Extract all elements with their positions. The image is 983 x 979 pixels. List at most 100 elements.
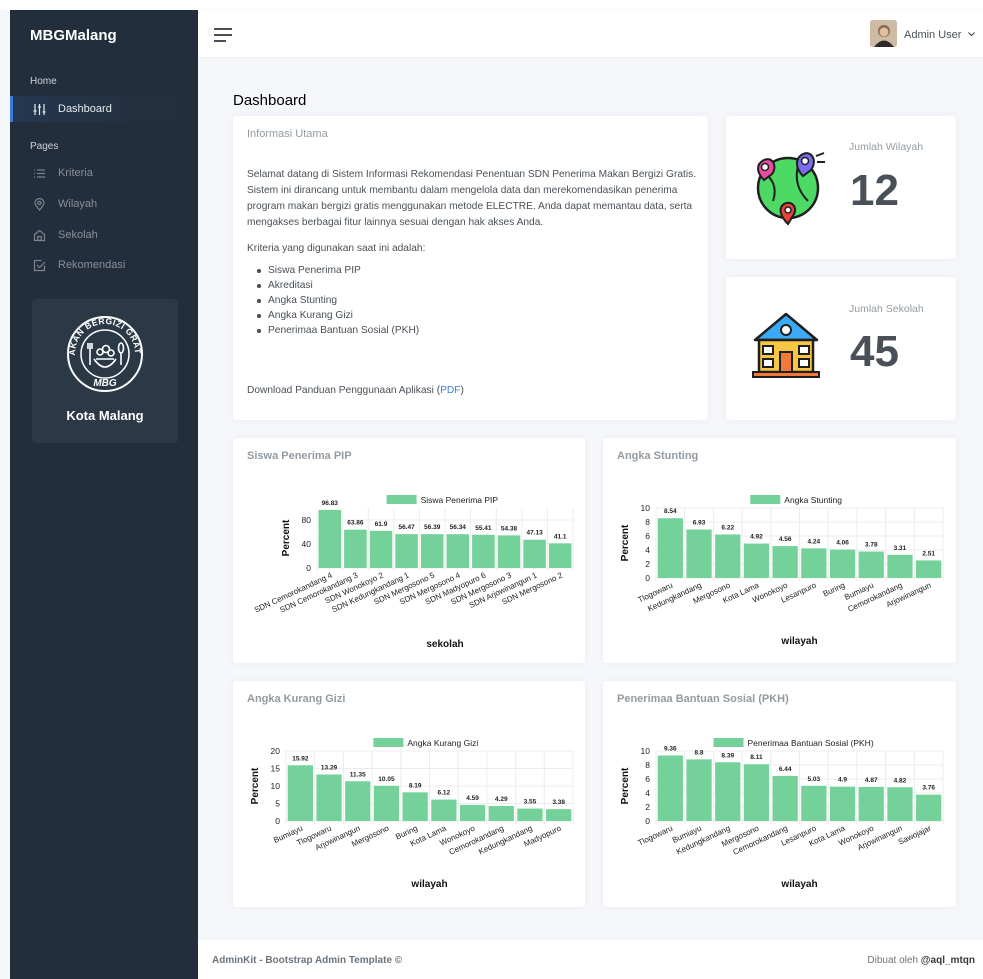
y-tick-label: 2 [645, 559, 650, 569]
stat-card-wilayah: Jumlah Wilayah 12 [726, 116, 956, 259]
x-tick-label: Tlogowaru [637, 824, 675, 848]
bar-data-label: 9.36 [664, 745, 677, 752]
sidebar-item-kriteria[interactable]: Kriteria [10, 160, 198, 186]
mbg-logo: MAKAN BERGIZI GRATIS MBG [32, 299, 143, 392]
sidebar: MBGMalang Home Dashboard Pages Kriteria … [10, 10, 198, 979]
chart-bar [431, 799, 457, 821]
criteria-intro: Kriteria yang digunakan saat ini adalah: [247, 243, 426, 254]
bar-data-label: 3.76 [922, 785, 935, 792]
chart-bar [686, 529, 712, 578]
chart-bar [402, 792, 428, 821]
y-axis-title: Percent [281, 519, 292, 556]
city-name: Kota Malang [66, 408, 144, 423]
chart-bar [916, 560, 942, 578]
info-body: Selamat datang di Sistem Informasi Rekom… [247, 167, 707, 338]
chart-gizi: Angka Kurang Gizi0510152015.92Bumiayu13.… [250, 738, 574, 890]
bar-data-label: 4.24 [808, 538, 821, 545]
x-tick-label: Sawojajar [897, 824, 933, 847]
bar-data-label: 4.92 [750, 534, 763, 541]
info-card-title: Informasi Utama [247, 128, 328, 140]
chart-bar [858, 551, 884, 578]
brand-name[interactable]: MBGMalang [30, 27, 117, 44]
bar-data-label: 6.22 [721, 524, 734, 531]
chart-bar [369, 530, 393, 568]
bar-data-label: 8.19 [409, 782, 422, 789]
sidebar-item-rekomendasi[interactable]: Rekomendasi [10, 252, 198, 278]
x-axis-title: wilayah [780, 636, 817, 647]
x-axis-title: sekolah [426, 639, 463, 650]
x-tick-label: Buring [822, 581, 847, 599]
bar-data-label: 13.29 [321, 764, 338, 771]
chart-card-pkh: Penerimaa Bantuan Sosial (PKH) Penerimaa… [603, 681, 956, 907]
y-axis-title: Percent [620, 524, 631, 561]
chart-bar [395, 534, 418, 568]
chart-pkh: Penerimaa Bantuan Sosial (PKH) 0 2 4 6 8 10 9.3… [620, 738, 944, 890]
bar-data-label: 3.38 [552, 799, 565, 806]
hamburger-menu-icon[interactable] [214, 28, 232, 47]
chart-bar [686, 759, 712, 821]
footer-author-name[interactable]: @aql_mtqn [921, 955, 975, 966]
pdf-link[interactable]: PDF [440, 385, 460, 396]
y-tick-label: 8 [645, 517, 650, 527]
y-tick-label: 0 [645, 573, 650, 583]
chart-bar [715, 762, 741, 821]
legend-swatch [373, 738, 404, 747]
y-tick-label: 10 [641, 746, 651, 756]
footer-template-link[interactable]: AdminKit - Bootstrap Admin Template © [212, 955, 402, 966]
bar-data-label: 8.11 [750, 754, 763, 761]
y-tick-label: 0 [306, 563, 311, 573]
list-item: Siswa Penerima PIP [257, 263, 707, 278]
footer-author: Dibuat oleh @aql_mtqn [867, 955, 975, 966]
top-navbar: Admin User [198, 10, 983, 57]
bar-data-label: 41.1 [554, 533, 567, 540]
home-icon [32, 228, 46, 242]
x-axis-title: wilayah [410, 879, 447, 890]
bar-data-label: 5.03 [808, 776, 821, 783]
bar-data-label: 6.93 [693, 519, 706, 526]
legend-swatch [386, 495, 417, 504]
chart-bar [523, 539, 546, 568]
y-tick-label: 10 [271, 781, 281, 791]
legend-label: Siswa Penerima PIP [421, 495, 499, 505]
chart-bar [887, 787, 913, 821]
bar-data-label: 56.34 [450, 524, 467, 531]
chart-bar [446, 534, 470, 568]
chart-bar [318, 509, 342, 568]
bar-data-label: 10.05 [378, 776, 395, 783]
bar-data-label: 4.56 [779, 536, 792, 543]
bar-data-label: 4.06 [836, 540, 849, 547]
legend-label: Angka Kurang Gizi [407, 738, 478, 748]
sidebar-item-label: Wilayah [58, 198, 98, 210]
sidebar-item-dashboard[interactable]: Dashboard [10, 96, 198, 122]
chart-card-pip: Siswa Penerima PIP Siswa Penerima PIP 0 40… [233, 438, 585, 663]
sidebar-item-sekolah[interactable]: Sekolah [10, 222, 198, 248]
info-paragraph: Selamat datang di Sistem Informasi Rekom… [247, 169, 697, 228]
y-axis-title: Percent [620, 767, 631, 804]
chart-bar [344, 529, 367, 568]
stat-label: Jumlah Sekolah [849, 303, 924, 315]
chart-bar [472, 534, 495, 568]
svg-text:MBG: MBG [93, 378, 117, 389]
bar-data-label: 3.31 [894, 545, 907, 552]
stat-card-sekolah: Jumlah Sekolah 45 [726, 277, 956, 420]
city-card: MAKAN BERGIZI GRATIS MBG Kota Malang [32, 299, 178, 443]
user-avatar[interactable] [870, 20, 897, 47]
legend-swatch [750, 495, 781, 504]
chart-bar [548, 543, 572, 568]
sidebar-item-wilayah[interactable]: Wilayah [10, 191, 198, 217]
bar-data-label: 8.39 [721, 752, 734, 759]
chart-bar [459, 804, 486, 821]
bar-data-label: 63.86 [347, 520, 364, 527]
sidebar-header-home: Home [30, 76, 57, 87]
footer-credit: AdminKit - Bootstrap Admin Template © [212, 955, 402, 966]
sidebar-item-label: Sekolah [58, 229, 98, 241]
download-text: Download Panduan Penggunaan Aplikasi ( [247, 385, 441, 396]
chart-bar [345, 781, 371, 821]
chart-bar [287, 765, 313, 821]
info-card: Informasi Utama Selamat datang di Sistem… [233, 116, 708, 420]
bar-data-label: 54.38 [501, 525, 518, 532]
chart-bar [657, 518, 683, 578]
user-menu[interactable]: Admin User [904, 28, 975, 41]
chart-bar [743, 764, 770, 821]
chart-bar [420, 534, 444, 568]
